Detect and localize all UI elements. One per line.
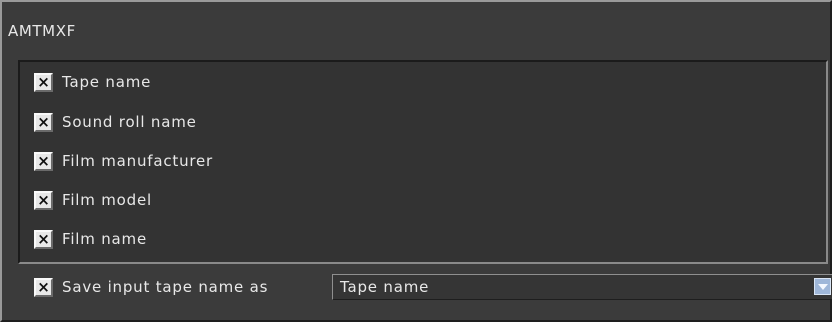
item-label: Film model bbox=[62, 191, 152, 209]
save-option-label: Save input tape name as bbox=[62, 278, 269, 296]
dropdown-selected-value: Tape name bbox=[340, 278, 430, 296]
chevron-down-icon[interactable] bbox=[814, 278, 831, 295]
item-label: Film name bbox=[62, 230, 147, 248]
amtmxf-panel: AMTMXF × Tape name × Sound roll name × F… bbox=[0, 0, 832, 322]
item-label: Sound roll name bbox=[62, 113, 197, 131]
checkbox-checked-icon[interactable]: × bbox=[34, 229, 53, 249]
checkbox-checked-icon[interactable]: × bbox=[34, 190, 53, 210]
save-input-tape-name-option[interactable]: × Save input tape name as bbox=[34, 275, 268, 299]
checkbox-checked-icon[interactable]: × bbox=[34, 112, 53, 132]
list-item-film-model[interactable]: × Film model bbox=[34, 188, 152, 212]
list-item-film-name[interactable]: × Film name bbox=[34, 227, 147, 251]
list-item-film-manufacturer[interactable]: × Film manufacturer bbox=[34, 149, 213, 173]
item-label: Film manufacturer bbox=[62, 152, 214, 170]
checkbox-checked-icon[interactable]: × bbox=[34, 277, 53, 297]
checkbox-checked-icon[interactable]: × bbox=[34, 151, 53, 171]
tape-name-source-dropdown[interactable]: Tape name bbox=[332, 274, 832, 300]
panel-title: AMTMXF bbox=[8, 22, 76, 40]
list-item-tape-name[interactable]: × Tape name bbox=[34, 70, 151, 94]
list-item-sound-roll-name[interactable]: × Sound roll name bbox=[34, 110, 197, 134]
checkbox-checked-icon[interactable]: × bbox=[34, 72, 53, 92]
item-label: Tape name bbox=[62, 73, 152, 91]
